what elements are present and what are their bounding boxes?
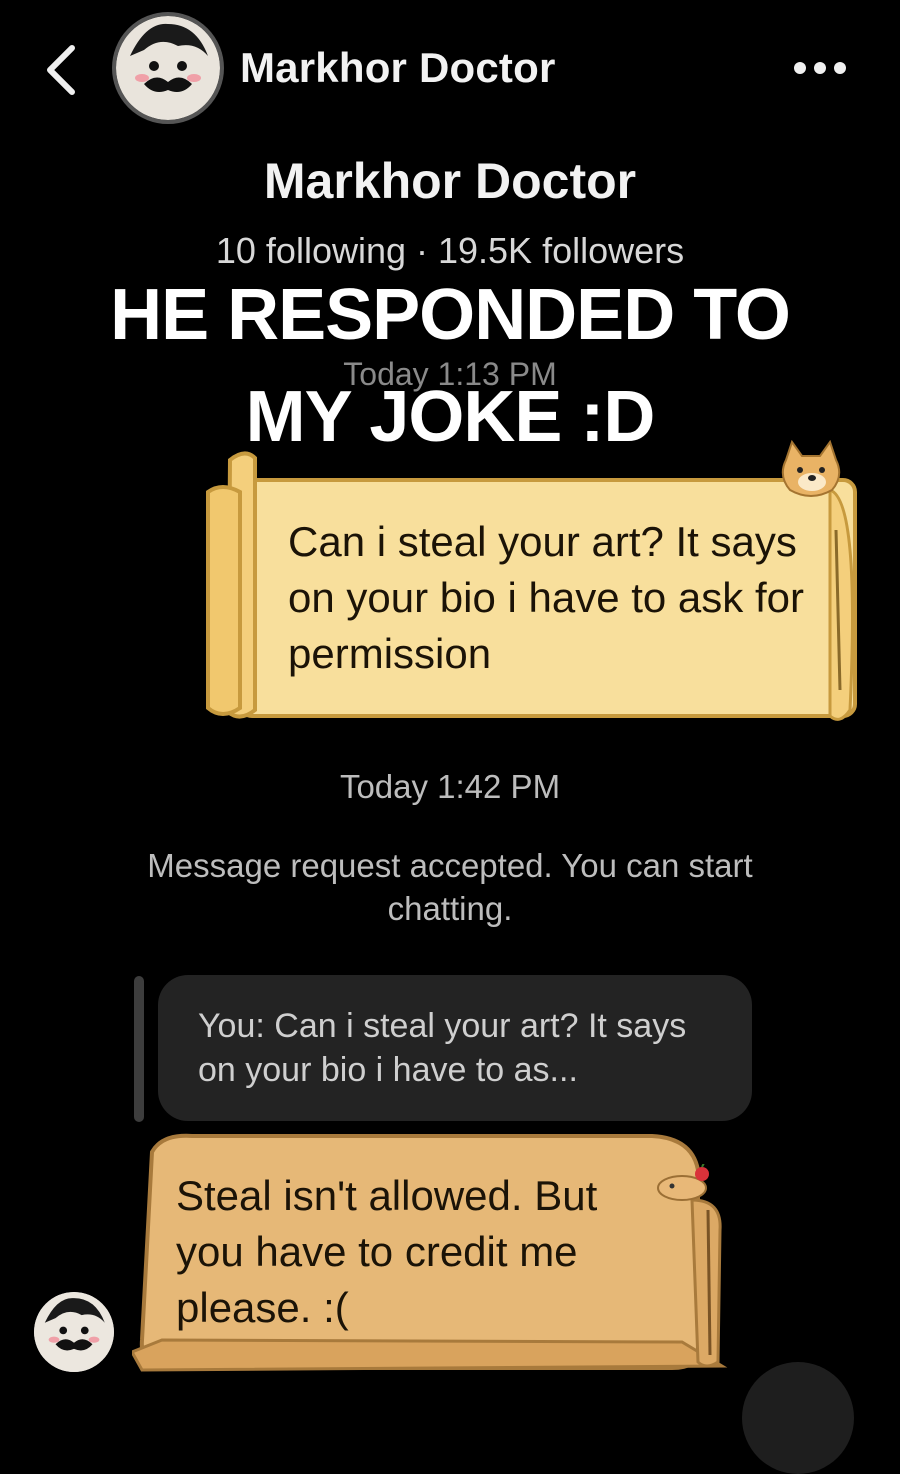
- timestamp-second: Today 1:42 PM: [339, 768, 561, 805]
- avatar-face-icon: [34, 1292, 114, 1372]
- avatar-face-icon: [116, 16, 220, 120]
- back-button[interactable]: [38, 40, 88, 100]
- reply-preview-text: You: Can i steal your art? It says on yo…: [198, 1007, 687, 1089]
- back-chevron-icon: [47, 45, 75, 95]
- outgoing-message-text: Can i steal your art? It says on your bi…: [288, 518, 804, 677]
- meme-caption: HE RESPONDED TO MY JOKE :D: [0, 264, 900, 468]
- header-avatar[interactable]: [112, 12, 224, 124]
- scroll-down-button[interactable]: [742, 1362, 854, 1474]
- reply-quote-bar: [134, 976, 144, 1122]
- incoming-message-text: Steal isn't allowed. But you have to cre…: [176, 1172, 598, 1331]
- sender-avatar[interactable]: [34, 1292, 114, 1372]
- profile-name: Markhor Doctor: [263, 153, 637, 209]
- more-dots-icon: [794, 62, 846, 74]
- header-username[interactable]: Markhor Doctor: [240, 44, 556, 92]
- system-message: Message request accepted. You can start …: [147, 847, 753, 927]
- doge-icon: [781, 440, 841, 497]
- caption-line-1: HE RESPONDED TO: [110, 275, 791, 355]
- more-button[interactable]: [790, 48, 854, 88]
